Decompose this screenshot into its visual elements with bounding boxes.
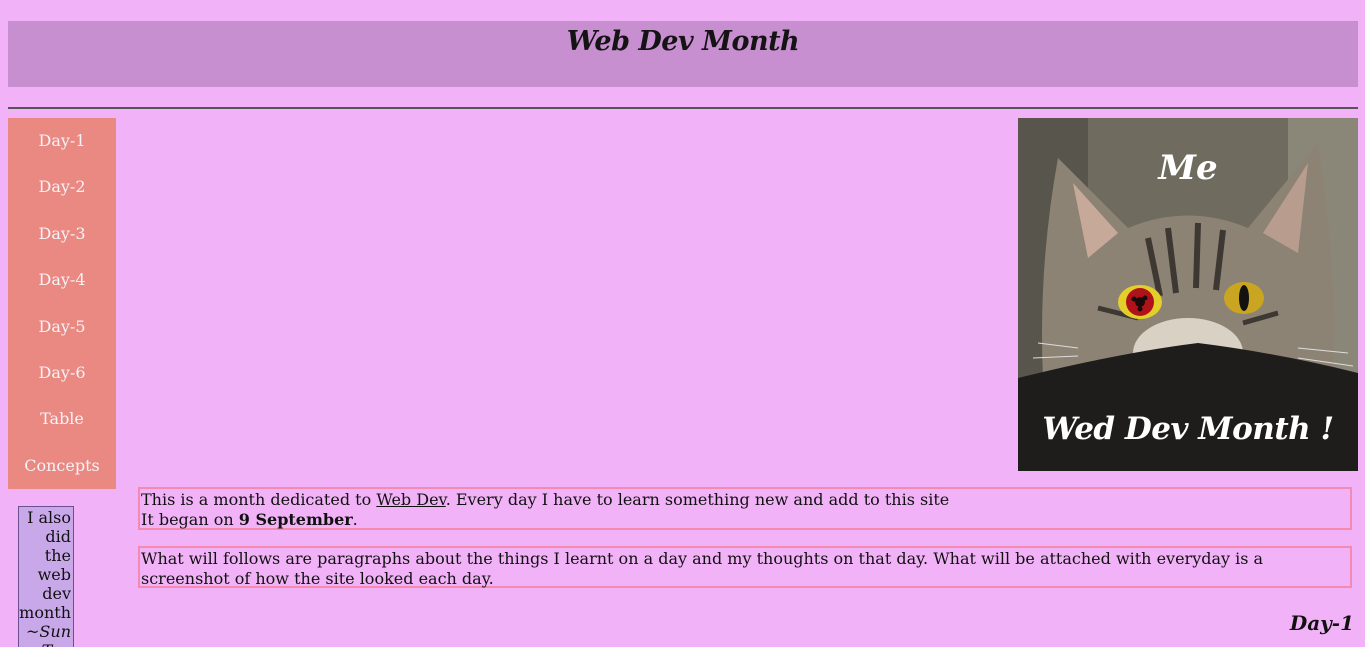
day-heading: Day-1 [1289,611,1354,635]
hero-image-cat: Me Wed Dev Month ! [1018,118,1358,471]
aside-quote-box: I also did the web dev month ~Sun Tzu [18,506,74,647]
web-dev-link[interactable]: Web Dev [376,490,445,509]
intro-text-start: This is a month dedicated to [141,490,377,509]
hero-caption-bottom: Wed Dev Month ! [1042,411,1334,447]
sidebar-item-day-4[interactable]: Day-4 [8,257,116,303]
sidebar-item-day-6[interactable]: Day-6 [8,350,116,396]
start-date-prefix: It began on [141,509,239,529]
site-header: Web Dev Month [8,21,1358,87]
sidebar-item-day-2[interactable]: Day-2 [8,164,116,210]
sidebar-item-day-3[interactable]: Day-3 [8,211,116,257]
sidebar-item-table[interactable]: Table [8,396,116,442]
hero-caption-top: Me [1158,148,1218,188]
start-date: 9 September [238,509,353,529]
sidebar-item-day-5[interactable]: Day-5 [8,304,116,350]
site-title: Web Dev Month [566,26,800,58]
sidebar-nav: Day-1 Day-2 Day-3 Day-4 Day-5 Day-6 Tabl… [8,118,116,489]
sidebar-item-day-1[interactable]: Day-1 [8,118,116,164]
intro-paragraph: This is a month dedicated to Web Dev. Ev… [138,487,1352,530]
aside-quote-text: I also did the web dev month [19,508,71,622]
aside-signature: ~Sun Tzu [26,622,71,647]
horizontal-divider [8,107,1358,109]
intro-text-end: . Every day I have to learn something ne… [445,490,950,509]
start-date-suffix: . [352,509,358,529]
sidebar-item-concepts[interactable]: Concepts [8,443,116,489]
page: Web Dev Month Day-1 Day-2 Day-3 Day-4 Da… [0,0,1365,647]
description-paragraph: What will follows are paragraphs about t… [138,546,1352,588]
